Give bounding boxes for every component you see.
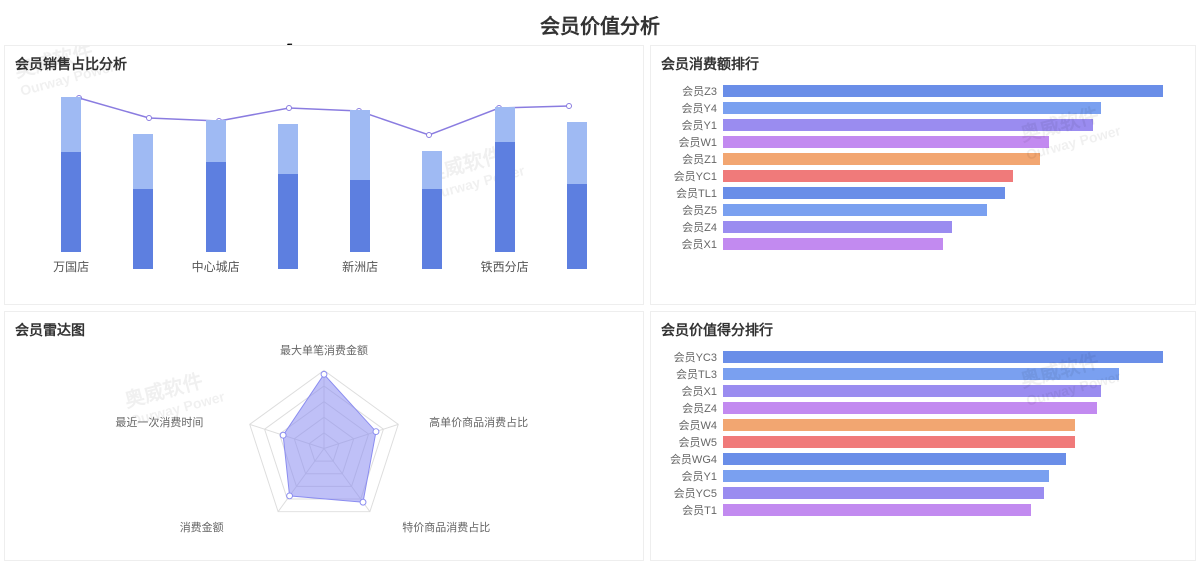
rank-bar <box>723 153 1040 165</box>
radar-axis-label: 特价商品消费占比 <box>402 519 490 535</box>
panel-title-value-rank: 会员价值得分排行 <box>661 320 1185 340</box>
rank-row: 会员WG4 <box>661 452 1175 466</box>
rank-row: 会员YC5 <box>661 486 1175 500</box>
radar-chart: 最大单笔消费金额高单价商品消费占比特价商品消费占比消费金额最近一次消费时间 <box>15 346 633 551</box>
stacked-bar <box>206 120 226 252</box>
stacked-bar <box>422 151 442 269</box>
rank-label: 会员YC5 <box>661 485 717 501</box>
rank-bar <box>723 453 1066 465</box>
rank-bar <box>723 170 1013 182</box>
rank-label: 会员W5 <box>661 434 717 450</box>
rank-label: 会员Z1 <box>661 151 717 167</box>
panel-radar: 奥威软件Ourway Power 会员雷达图 最大单笔消费金额高单价商品消费占比… <box>4 311 644 561</box>
rank-row: 会员Z4 <box>661 220 1175 234</box>
rank-row: 会员TL1 <box>661 186 1175 200</box>
rank-label: 会员Z4 <box>661 400 717 416</box>
rank-row: 会员TL3 <box>661 367 1175 381</box>
rank-label: 会员X1 <box>661 383 717 399</box>
rank-bar <box>723 221 952 233</box>
rank-bar <box>723 351 1163 363</box>
rank-label: 会员Z4 <box>661 219 717 235</box>
bar-column <box>396 80 468 275</box>
bar-column: 铁西分店 <box>469 80 541 275</box>
panel-title-radar: 会员雷达图 <box>15 320 633 340</box>
rank-bar <box>723 504 1031 516</box>
rank-bar <box>723 368 1119 380</box>
sales-ratio-chart: 万国店 中心城店 新洲店 铁西分店 <box>15 80 633 275</box>
rank-row: 会员Z1 <box>661 152 1175 166</box>
rank-bar <box>723 419 1075 431</box>
bar-label: 中心城店 <box>192 258 240 275</box>
rank-row: 会员W1 <box>661 135 1175 149</box>
rank-row: 会员W5 <box>661 435 1175 449</box>
rank-label: 会员X1 <box>661 236 717 252</box>
rank-row: 会员Z3 <box>661 84 1175 98</box>
bar-column: 万国店 <box>35 80 107 275</box>
rank-bar <box>723 385 1101 397</box>
rank-label: 会员TL3 <box>661 366 717 382</box>
stacked-bar <box>61 97 81 252</box>
rank-label: 会员T1 <box>661 502 717 518</box>
rank-bar <box>723 436 1075 448</box>
rank-bar <box>723 187 1005 199</box>
stacked-bar <box>495 107 515 252</box>
rank-row: 会员X1 <box>661 384 1175 398</box>
panel-spend-rank: 奥威软件Ourway Power 会员消费额排行 会员Z3会员Y4会员Y1会员W… <box>650 45 1196 305</box>
radar-axis-label: 消费金额 <box>180 519 224 535</box>
rank-label: 会员WG4 <box>661 451 717 467</box>
stacked-bar <box>133 134 153 269</box>
rank-bar <box>723 102 1101 114</box>
stacked-bar <box>278 124 298 269</box>
panel-title-sales-ratio: 会员销售占比分析 <box>15 54 633 74</box>
rank-row: 会员X1 <box>661 237 1175 251</box>
rank-label: 会员TL1 <box>661 185 717 201</box>
rank-label: 会员Z3 <box>661 83 717 99</box>
spend-rank-chart: 会员Z3会员Y4会员Y1会员W1会员Z1会员YC1会员TL1会员Z5会员Z4会员… <box>661 80 1185 251</box>
panel-sales-ratio: 奥威软件Ourway Power 奥威软件Ourway Power 会员销售占比… <box>4 45 644 305</box>
radar-axis-label: 高单价商品消费占比 <box>429 414 528 430</box>
bar-label: 新洲店 <box>342 258 378 275</box>
rank-bar <box>723 238 943 250</box>
rank-row: 会员Z4 <box>661 401 1175 415</box>
bar-column: 新洲店 <box>324 80 396 275</box>
rank-label: 会员YC3 <box>661 349 717 365</box>
bar-column <box>541 80 613 275</box>
radar-axis-label: 最大单笔消费金额 <box>280 342 368 358</box>
rank-label: 会员Y4 <box>661 100 717 116</box>
rank-bar <box>723 119 1093 131</box>
bar-column <box>107 80 179 275</box>
rank-bar <box>723 204 987 216</box>
rank-row: 会员Y1 <box>661 118 1175 132</box>
rank-label: 会员YC1 <box>661 168 717 184</box>
rank-bar <box>723 402 1097 414</box>
rank-bar <box>723 487 1044 499</box>
rank-label: 会员Y1 <box>661 117 717 133</box>
panel-value-rank: 奥威软件Ourway Power 会员价值得分排行 会员YC3会员TL3会员X1… <box>650 311 1196 561</box>
rank-bar <box>723 85 1163 97</box>
bar-label: 万国店 <box>53 258 89 275</box>
rank-row: 会员YC3 <box>661 350 1175 364</box>
panel-title-spend-rank: 会员消费额排行 <box>661 54 1185 74</box>
bar-label: 铁西分店 <box>481 258 529 275</box>
rank-label: 会员Y1 <box>661 468 717 484</box>
value-rank-chart: 会员YC3会员TL3会员X1会员Z4会员W4会员W5会员WG4会员Y1会员YC5… <box>661 346 1185 517</box>
rank-row: 会员W4 <box>661 418 1175 432</box>
rank-row: 会员T1 <box>661 503 1175 517</box>
rank-label: 会员Z5 <box>661 202 717 218</box>
dashboard-grid: 奥威软件Ourway Power 奥威软件Ourway Power 会员销售占比… <box>0 45 1200 561</box>
rank-bar <box>723 470 1049 482</box>
rank-row: 会员Y4 <box>661 101 1175 115</box>
rank-bar <box>723 136 1049 148</box>
rank-row: 会员Z5 <box>661 203 1175 217</box>
rank-label: 会员W1 <box>661 134 717 150</box>
rank-row: 会员Y1 <box>661 469 1175 483</box>
page-title: 会员价值分析 <box>0 0 1200 45</box>
bar-column: 中心城店 <box>180 80 252 275</box>
radar-axis-label: 最近一次消费时间 <box>115 414 203 430</box>
stacked-bar <box>350 110 370 252</box>
rank-row: 会员YC1 <box>661 169 1175 183</box>
bar-column <box>252 80 324 275</box>
stacked-bar <box>567 122 587 269</box>
rank-label: 会员W4 <box>661 417 717 433</box>
